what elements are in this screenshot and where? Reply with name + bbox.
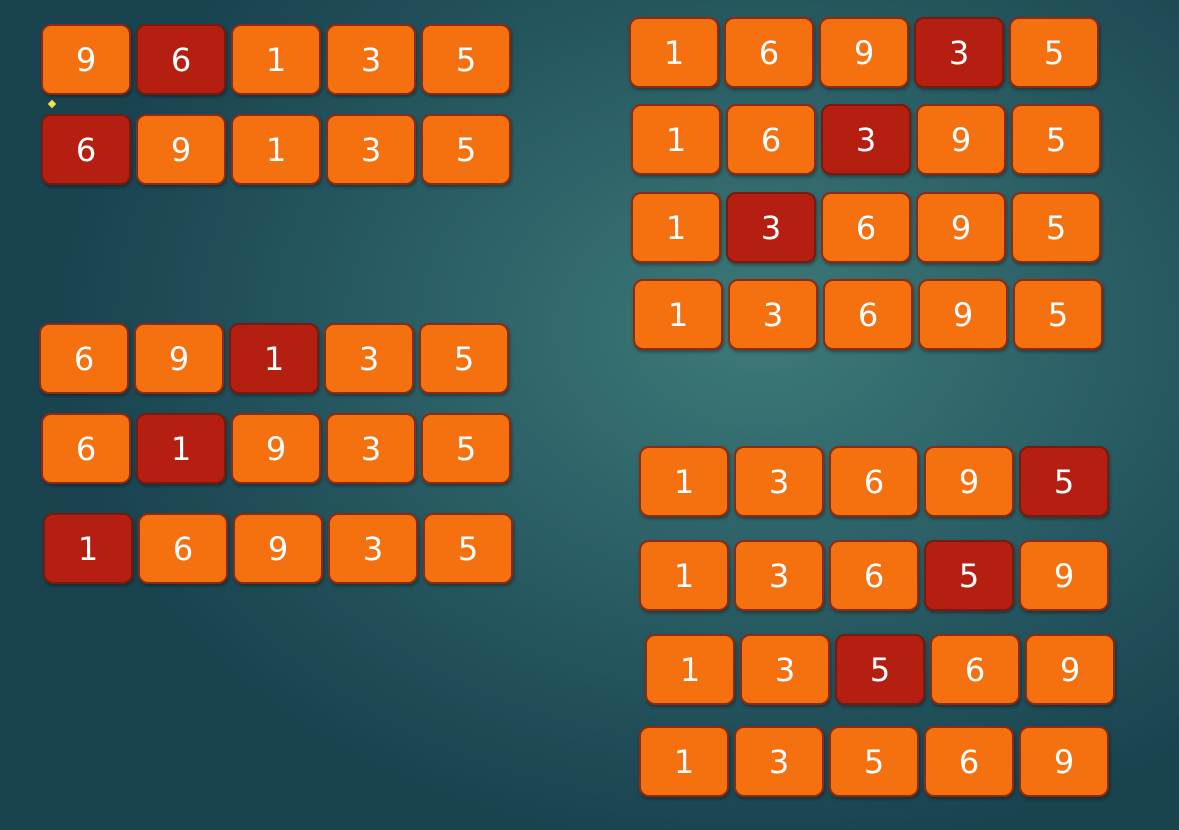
array-row-12: 1 3 5 6 9 — [645, 634, 1115, 705]
array-cell: 5 — [419, 323, 509, 394]
array-cell: 6 — [924, 726, 1014, 797]
array-cell-highlighted: 3 — [821, 104, 911, 175]
array-cell-highlighted: 5 — [1019, 446, 1109, 517]
array-row-9: 1 3 6 9 5 — [633, 279, 1103, 350]
array-cell: 6 — [829, 446, 919, 517]
array-cell: 3 — [728, 279, 818, 350]
array-row-1: 9 6 1 3 5 — [41, 24, 511, 95]
array-cell-highlighted: 1 — [229, 323, 319, 394]
array-row-7: 1 6 3 9 5 — [631, 104, 1101, 175]
array-cell: 5 — [423, 513, 513, 584]
array-cell: 3 — [734, 540, 824, 611]
array-cell: 5 — [829, 726, 919, 797]
array-cell: 6 — [41, 413, 131, 484]
array-row-4: 6 1 9 3 5 — [41, 413, 511, 484]
array-cell-highlighted: 5 — [924, 540, 1014, 611]
array-cell: 3 — [326, 114, 416, 185]
array-cell: 3 — [326, 24, 416, 95]
array-row-10: 1 3 6 9 5 — [639, 446, 1109, 517]
cursor-marker — [47, 99, 57, 109]
array-cell: 6 — [726, 104, 816, 175]
array-cell: 5 — [421, 114, 511, 185]
array-row-8: 1 3 6 9 5 — [631, 192, 1101, 263]
array-cell: 9 — [918, 279, 1008, 350]
array-row-3: 6 9 1 3 5 — [39, 323, 509, 394]
array-cell: 5 — [1013, 279, 1103, 350]
array-row-2: 6 9 1 3 5 — [41, 114, 511, 185]
array-cell: 1 — [633, 279, 723, 350]
array-row-6: 1 6 9 3 5 — [629, 17, 1099, 88]
array-cell: 6 — [930, 634, 1020, 705]
array-cell: 1 — [631, 192, 721, 263]
array-cell: 3 — [734, 726, 824, 797]
array-cell: 9 — [1019, 540, 1109, 611]
array-cell: 1 — [629, 17, 719, 88]
array-cell: 9 — [916, 104, 1006, 175]
array-cell: 9 — [819, 17, 909, 88]
array-cell: 6 — [821, 192, 911, 263]
array-cell-highlighted: 3 — [726, 192, 816, 263]
array-cell: 6 — [138, 513, 228, 584]
array-cell-highlighted: 6 — [41, 114, 131, 185]
array-cell-highlighted: 5 — [835, 634, 925, 705]
array-cell: 6 — [39, 323, 129, 394]
array-cell: 1 — [631, 104, 721, 175]
array-cell: 3 — [324, 323, 414, 394]
array-cell: 5 — [1011, 104, 1101, 175]
array-cell: 9 — [1019, 726, 1109, 797]
array-cell: 9 — [136, 114, 226, 185]
array-cell: 9 — [916, 192, 1006, 263]
array-cell: 6 — [724, 17, 814, 88]
array-cell-highlighted: 1 — [43, 513, 133, 584]
array-cell: 9 — [41, 24, 131, 95]
array-cell: 9 — [233, 513, 323, 584]
array-row-13: 1 3 5 6 9 — [639, 726, 1109, 797]
array-cell: 1 — [639, 540, 729, 611]
array-cell: 9 — [134, 323, 224, 394]
array-cell-highlighted: 6 — [136, 24, 226, 95]
array-cell: 3 — [740, 634, 830, 705]
array-cell: 3 — [734, 446, 824, 517]
array-row-5: 1 6 9 3 5 — [43, 513, 513, 584]
array-cell: 1 — [639, 446, 729, 517]
array-cell-highlighted: 1 — [136, 413, 226, 484]
array-cell: 3 — [326, 413, 416, 484]
array-cell: 6 — [823, 279, 913, 350]
array-cell: 1 — [231, 114, 321, 185]
array-cell: 1 — [231, 24, 321, 95]
array-cell: 6 — [829, 540, 919, 611]
array-cell: 9 — [231, 413, 321, 484]
array-cell: 5 — [421, 24, 511, 95]
array-cell: 9 — [924, 446, 1014, 517]
array-cell: 9 — [1025, 634, 1115, 705]
array-cell: 5 — [1009, 17, 1099, 88]
array-cell: 5 — [1011, 192, 1101, 263]
array-cell: 1 — [645, 634, 735, 705]
array-cell: 3 — [328, 513, 418, 584]
array-cell-highlighted: 3 — [914, 17, 1004, 88]
array-row-11: 1 3 6 5 9 — [639, 540, 1109, 611]
array-cell: 1 — [639, 726, 729, 797]
array-cell: 5 — [421, 413, 511, 484]
